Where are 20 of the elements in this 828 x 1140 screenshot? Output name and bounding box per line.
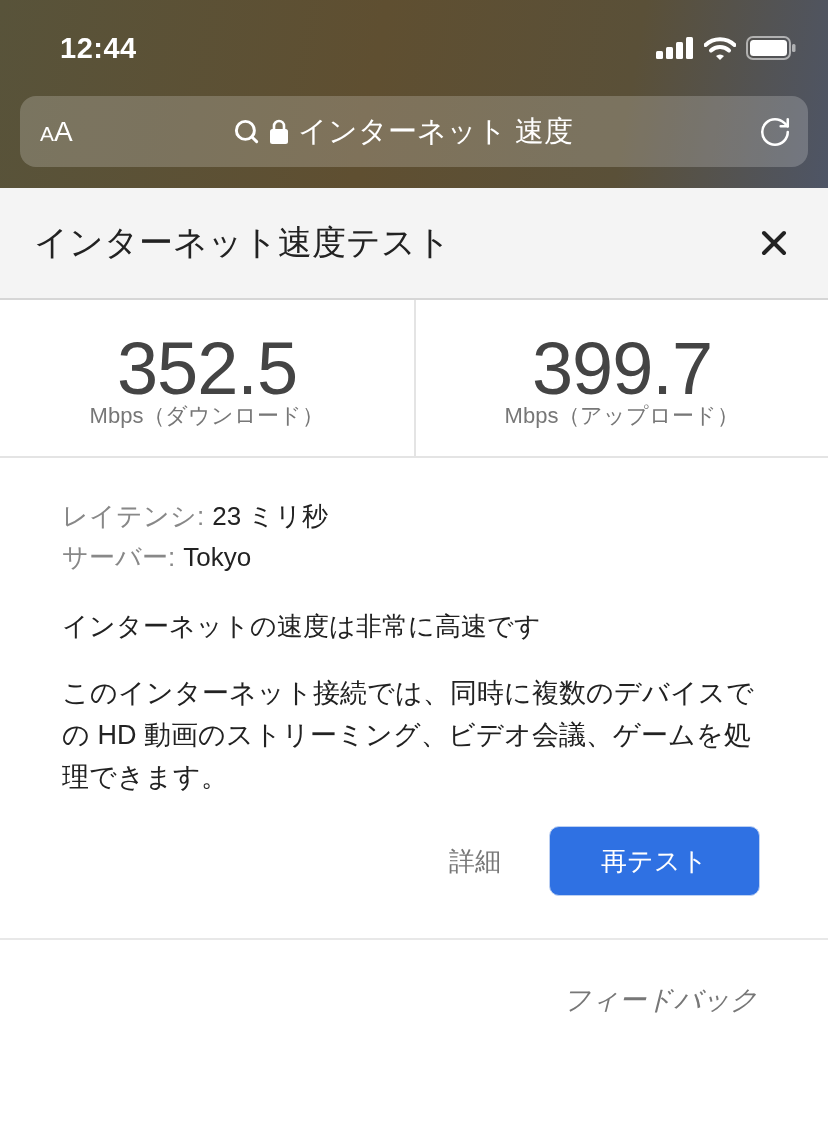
panel-title: インターネット速度テスト <box>34 222 451 263</box>
retest-button[interactable]: 再テスト <box>549 826 760 896</box>
search-icon <box>233 118 261 145</box>
detail-value: 23 ミリ秒 <box>212 500 329 533</box>
speed-description: このインターネット接続では、同時に複数のデバイスでの HD 動画のストリーミング、ビデオ会議、ゲームを処理できます。 <box>62 677 755 794</box>
wifi-icon <box>704 36 736 60</box>
detail-value: Tokyo <box>183 541 252 574</box>
battery-icon <box>746 36 796 60</box>
address-text: インターネット 速度 <box>298 113 574 149</box>
text-size-button[interactable]: AA <box>40 117 73 146</box>
detail-label: レイテンシ: <box>62 500 205 533</box>
speed-verdict: インターネットの速度は非常に高速です <box>62 610 542 643</box>
signal-icon <box>656 37 694 59</box>
status-time: 12:44 <box>60 31 137 65</box>
lock-icon <box>270 119 289 144</box>
detail-label: サーバー: <box>62 541 176 574</box>
speed-unit: Mbps（アップロード） <box>504 402 740 430</box>
feedback-link[interactable]: フィードバック <box>563 982 758 1018</box>
details-link[interactable]: 詳細 <box>449 837 501 885</box>
address-bar[interactable]: AA インターネット 速度 <box>20 96 808 167</box>
